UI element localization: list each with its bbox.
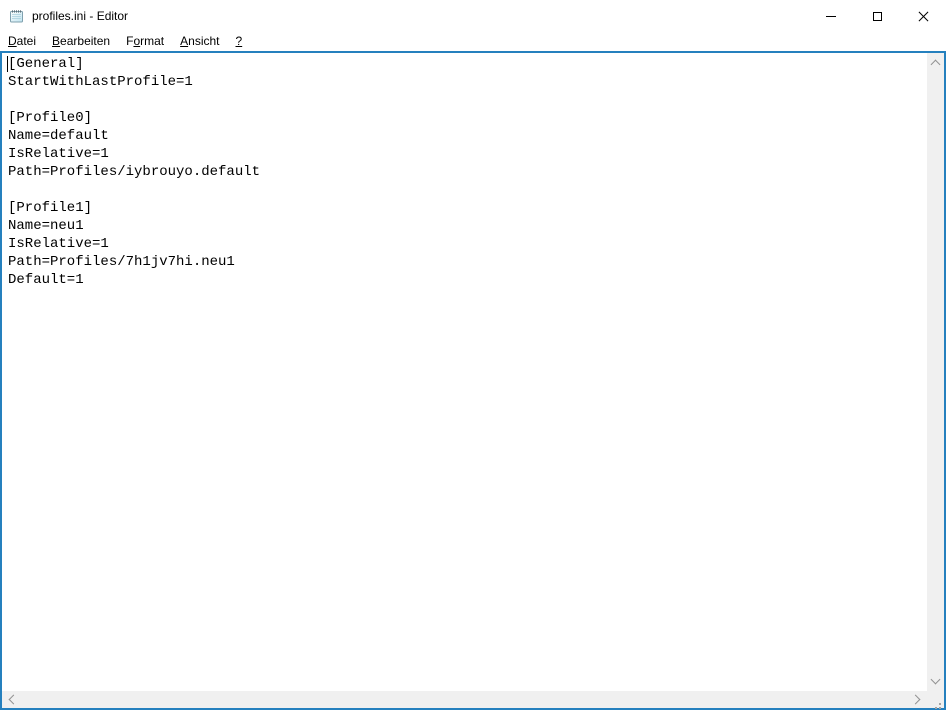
scroll-up-button[interactable] [927,53,944,70]
scrollbar-corner [927,691,944,708]
text-line: Path=Profiles/iybrouyo.default [8,164,261,180]
text-line: Default=1 [8,272,84,288]
text-content: [General] StartWithLastProfile=1 [Profile… [2,53,927,289]
chevron-down-icon [930,674,941,685]
chevron-right-icon [910,694,921,705]
maximize-button[interactable] [854,0,900,32]
edit-region: [General] StartWithLastProfile=1 [Profile… [0,51,946,710]
menu-item-datei[interactable]: Datei [0,32,44,51]
notepad-icon [10,10,23,23]
text-line: IsRelative=1 [8,146,109,162]
text-line: Path=Profiles/7h1jv7hi.neu1 [8,254,235,270]
text-line: Name=neu1 [8,218,84,234]
text-caret [7,56,8,72]
menu-item-bearbeiten[interactable]: Bearbeiten [44,32,118,51]
menu-item-format[interactable]: Format [118,32,172,51]
minimize-icon [826,15,836,17]
text-line: Name=default [8,128,109,144]
menu-item-ansicht[interactable]: Ansicht [172,32,227,51]
resize-grip-icon[interactable] [939,703,941,705]
text-line: [Profile0] [8,110,93,126]
vertical-scrollbar[interactable] [927,53,944,691]
chevron-up-icon [930,59,941,70]
minimize-button[interactable] [808,0,854,32]
title-bar[interactable]: profiles.ini - Editor [0,0,946,32]
close-button[interactable] [900,0,946,32]
window-title: profiles.ini - Editor [32,9,129,23]
scroll-left-button[interactable] [2,691,19,708]
close-icon [918,11,929,22]
maximize-icon [872,11,882,21]
text-line: StartWithLastProfile=1 [8,74,193,90]
text-line: [Profile1] [8,200,93,216]
scroll-down-button[interactable] [927,674,944,691]
text-line: [General] [8,56,84,72]
text-editor[interactable]: [General] StartWithLastProfile=1 [Profile… [2,53,927,691]
menu-item-hilfe[interactable]: ? [228,32,251,51]
scroll-right-button[interactable] [910,691,927,708]
chevron-left-icon [8,694,19,705]
text-line [8,91,927,109]
menu-bar: Datei Bearbeiten Format Ansicht? [0,32,946,51]
horizontal-scrollbar[interactable] [2,691,927,708]
text-line: IsRelative=1 [8,236,109,252]
text-line [8,181,927,199]
